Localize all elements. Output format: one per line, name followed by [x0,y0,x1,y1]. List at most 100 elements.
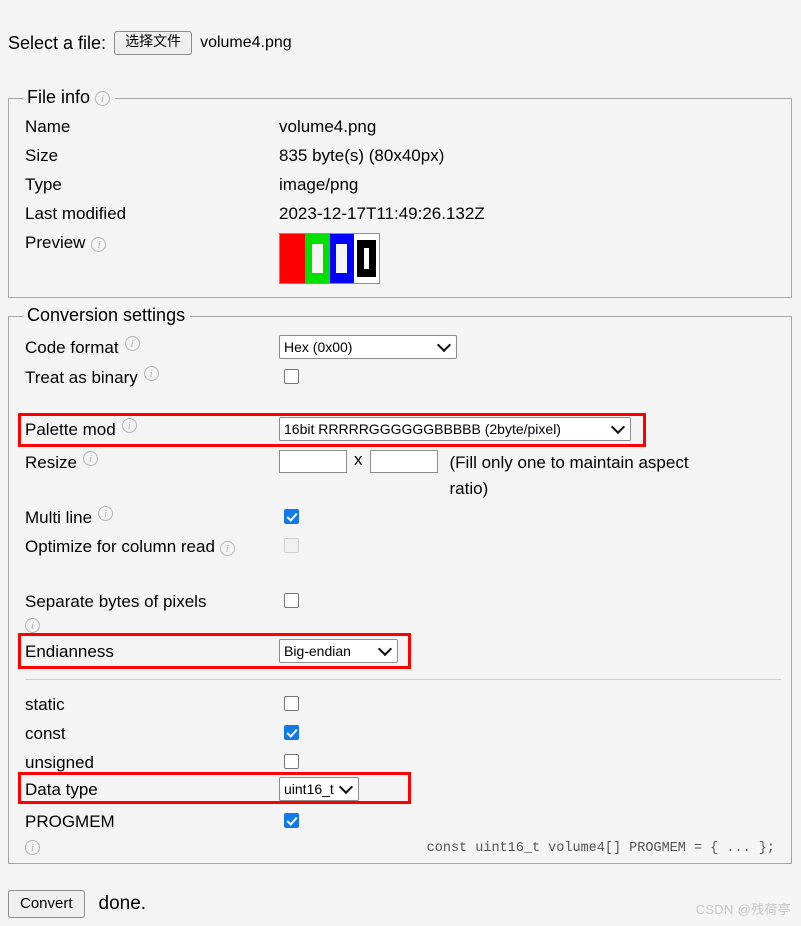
unsigned-checkbox[interactable] [284,754,299,769]
image-preview-thumbnail [279,233,380,284]
separate-bytes-control [279,589,299,608]
preview-swatch-blue [330,234,355,283]
optimize-column-read-checkbox [284,538,299,553]
info-icon[interactable]: i [122,418,137,433]
static-label: static [25,692,65,717]
unsigned-label: unsigned [25,750,94,775]
optimize-column-read-label-group: Optimize for column read i [25,534,279,560]
row-progmem: PROGMEM [25,809,299,834]
multi-line-control [279,505,299,524]
progmem-label-group: PROGMEM [25,809,279,834]
code-format-select-wrap[interactable]: Hex (0x00) [279,335,457,359]
conversion-settings-legend-text: Conversion settings [27,305,185,326]
optimize-column-read-control [279,534,299,553]
file-info-key: Preview i [25,233,279,253]
code-preview-text: const uint16_t volume4[] PROGMEM = { ...… [25,841,775,856]
code-format-label: Code format [25,335,119,360]
data-type-label-group: Data type [25,777,279,802]
const-label-group: const [25,721,279,746]
info-icon[interactable]: i [144,366,159,381]
info-icon[interactable]: i [98,506,113,521]
palette-mod-label: Palette mod [25,417,116,442]
data-type-select[interactable]: uint16_t [279,777,359,801]
file-info-value: 2023-12-17T11:49:26.132Z [279,204,781,224]
preview-swatch-black [354,234,379,283]
info-icon[interactable]: i [91,237,106,252]
optimize-column-read-label: Optimize for column read [25,537,215,556]
file-info-row-name: Name volume4.png [25,117,781,146]
static-control [279,692,299,711]
const-label: const [25,721,66,746]
section-divider [25,679,781,680]
watermark: CSDN @残荷亭 [696,899,791,918]
separate-bytes-label-group: Separate bytes of pixels i [25,589,279,632]
endianness-label: Endianness [25,639,114,664]
info-icon[interactable]: i [83,451,98,466]
file-info-value: 835 byte(s) (80x40px) [279,146,781,166]
file-info-value: volume4.png [279,117,781,137]
info-icon[interactable]: i [125,336,140,351]
file-info-legend-text: File info [27,87,90,108]
file-info-row-last-modified: Last modified 2023-12-17T11:49:26.132Z [25,204,781,233]
treat-as-binary-control [279,365,299,384]
resize-control: x (Fill only one to maintain aspect rati… [279,450,720,502]
info-icon[interactable]: i [25,618,40,633]
select-file-label: Select a file: [8,33,106,54]
palette-mod-label-group: Palette mod i [25,417,279,442]
row-static: static [25,692,299,717]
static-label-group: static [25,692,279,717]
file-info-row-size: Size 835 byte(s) (80x40px) [25,146,781,175]
multi-line-label: Multi line [25,505,92,530]
preview-swatch-red [280,234,305,283]
row-unsigned: unsigned [25,750,299,775]
unsigned-control [279,750,299,769]
resize-height-input[interactable] [370,450,438,473]
data-type-select-wrap[interactable]: uint16_t [279,777,359,801]
endianness-label-group: Endianness [25,639,279,664]
info-icon[interactable]: i [220,541,235,556]
multi-line-checkbox[interactable] [284,509,299,524]
code-format-control: Hex (0x00) [279,335,457,359]
row-separate-bytes: Separate bytes of pixels i [25,589,299,632]
resize-separator: x [354,450,363,470]
static-checkbox[interactable] [284,696,299,711]
resize-label: Resize [25,450,77,475]
separate-bytes-label: Separate bytes of pixels [25,592,206,611]
resize-label-group: Resize i [25,450,279,475]
treat-as-binary-label-group: Treat as binary i [25,365,279,390]
resize-width-input[interactable] [279,450,347,473]
progmem-control [279,809,299,828]
row-treat-as-binary: Treat as binary i [25,365,299,390]
endianness-select-wrap[interactable]: Big-endian [279,639,398,663]
file-info-legend: File info i [23,87,115,108]
file-chooser-row: Select a file: 选择文件 volume4.png [8,31,292,55]
conversion-settings-fieldset: Conversion settings Code format i Hex (0… [8,316,792,864]
conversion-settings-legend: Conversion settings [23,305,190,326]
file-info-key: Last modified [25,204,279,224]
data-type-label: Data type [25,777,98,802]
const-checkbox[interactable] [284,725,299,740]
row-code-format: Code format i Hex (0x00) [25,335,457,360]
row-data-type: Data type uint16_t [25,777,359,802]
choose-file-button[interactable]: 选择文件 [114,31,192,55]
treat-as-binary-label: Treat as binary [25,365,138,390]
code-format-select[interactable]: Hex (0x00) [279,335,457,359]
progmem-label: PROGMEM [25,809,115,834]
endianness-select[interactable]: Big-endian [279,639,398,663]
progmem-checkbox[interactable] [284,813,299,828]
treat-as-binary-checkbox[interactable] [284,369,299,384]
code-format-label-group: Code format i [25,335,279,360]
row-endianness: Endianness Big-endian [25,639,398,664]
separate-bytes-checkbox[interactable] [284,593,299,608]
row-optimize-column-read: Optimize for column read i [25,534,299,560]
info-icon[interactable]: i [95,91,110,106]
palette-mod-select[interactable]: 16bit RRRRRGGGGGGBBBBB (2byte/pixel) [279,417,631,441]
unsigned-label-group: unsigned [25,750,279,775]
convert-button[interactable]: Convert [8,890,85,918]
palette-mod-select-wrap[interactable]: 16bit RRRRRGGGGGGBBBBB (2byte/pixel) [279,417,631,441]
row-resize: Resize i x (Fill only one to maintain as… [25,450,720,502]
row-multi-line: Multi line i [25,505,299,530]
multi-line-label-group: Multi line i [25,505,279,530]
file-info-value [279,233,781,284]
file-info-row-type: Type image/png [25,175,781,204]
